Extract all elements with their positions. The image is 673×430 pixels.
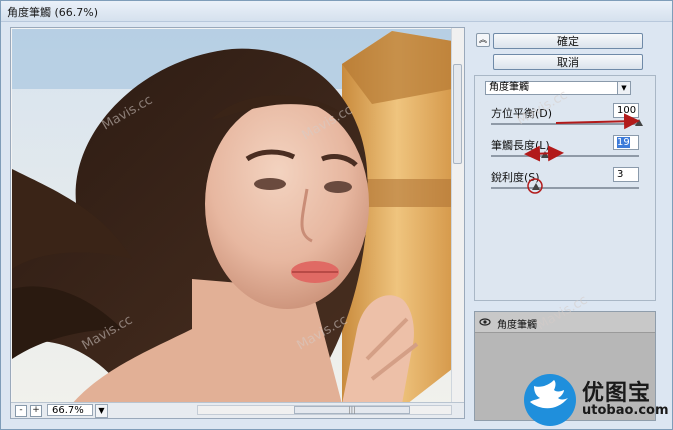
stroke-length-input[interactable]: 19 [613, 135, 639, 150]
filter-select[interactable]: 角度筆觸 ▼ [485, 81, 631, 95]
sharpness-slider-handle[interactable] [532, 183, 540, 190]
balance-label: 方位平衡(D) [491, 107, 553, 120]
zoom-out-button[interactable]: - [15, 405, 27, 417]
double-chevron-up-icon: ︽ [479, 35, 487, 44]
zoom-bar: - + 66.7% ▼ ||| [11, 402, 464, 418]
vertical-scroll-thumb[interactable] [453, 64, 462, 164]
sharpness-slider-track[interactable] [491, 187, 639, 189]
portrait-image [12, 29, 452, 404]
eye-icon[interactable] [479, 316, 491, 328]
bird-logo-icon [524, 374, 576, 426]
horizontal-scrollbar[interactable]: ||| [197, 405, 452, 415]
zoom-dropdown-button[interactable]: ▼ [95, 404, 108, 418]
zoom-in-button[interactable]: + [30, 405, 42, 417]
collapse-toggle-button[interactable]: ︽ [476, 33, 490, 47]
balance-slider-handle[interactable] [635, 119, 643, 126]
effect-layer-row[interactable]: 角度筆觸 [475, 312, 655, 333]
filter-select-value: 角度筆觸 [489, 82, 529, 93]
stroke-length-slider-track[interactable] [491, 155, 639, 157]
window-title: 角度筆觸 (66.7%) [7, 6, 99, 19]
effect-layer-name: 角度筆觸 [497, 320, 537, 331]
title-bar[interactable]: 角度筆觸 (66.7%) [1, 1, 672, 22]
balance-input[interactable]: 100 [613, 103, 639, 118]
brand-logo: 优图宝 utobao.com [582, 375, 672, 427]
vertical-scrollbar[interactable] [451, 28, 464, 404]
filter-gallery-window: 角度筆觸 (66.7%) - + 66.7% ▼ ||| ︽ 確定 取消 角度筆… [0, 0, 673, 430]
stroke-length-value: 19 [617, 137, 630, 148]
preview-image[interactable] [12, 29, 452, 404]
ok-button[interactable]: 確定 [493, 33, 643, 49]
preview-canvas[interactable]: - + 66.7% ▼ ||| [10, 27, 465, 419]
sharpness-input[interactable]: 3 [613, 167, 639, 182]
balance-slider-track[interactable] [491, 123, 639, 125]
cancel-button[interactable]: 取消 [493, 54, 643, 70]
chevron-down-icon: ▼ [98, 406, 105, 415]
grip-icon: ||| [348, 406, 356, 414]
brand-url: utobao.com [582, 403, 669, 418]
stroke-length-slider-handle[interactable] [541, 151, 549, 158]
chevron-down-icon[interactable]: ▼ [617, 82, 630, 94]
zoom-level[interactable]: 66.7% [47, 404, 93, 416]
horizontal-scroll-thumb[interactable]: ||| [294, 406, 410, 414]
